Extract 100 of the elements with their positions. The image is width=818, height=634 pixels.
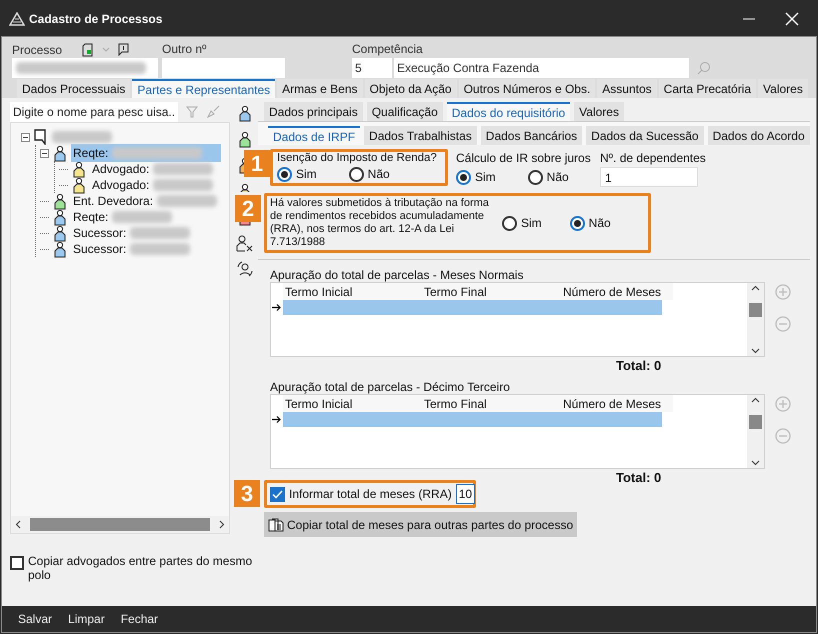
tab[interactable]: Valores xyxy=(758,79,808,98)
remove-person-icon[interactable] xyxy=(236,235,254,252)
checkmark-icon xyxy=(272,490,283,498)
tab[interactable]: Dados do Acordo xyxy=(708,126,810,145)
redacted-text xyxy=(130,227,190,239)
copy-lawyers-checkbox[interactable]: Copiar advogados entre partes do mesmo polo xyxy=(10,554,260,582)
person-icon xyxy=(53,240,67,258)
scroll-right-icon[interactable] xyxy=(219,520,225,529)
scroll-left-icon[interactable] xyxy=(15,520,21,529)
step-badge: 2 xyxy=(235,195,261,222)
tree-item[interactable]: Reqte: xyxy=(71,144,221,162)
redacted-text xyxy=(130,243,190,255)
current-row-icon xyxy=(272,415,282,424)
scroll-up-icon[interactable] xyxy=(751,397,760,403)
collapse-icon[interactable] xyxy=(40,148,49,158)
note-icon[interactable] xyxy=(118,43,130,56)
redacted-text xyxy=(112,211,172,223)
radio-option[interactable]: Sim xyxy=(502,214,542,232)
person-icon xyxy=(53,224,67,242)
rra-question: Há valores submetidos à tributação na forma de rendimentos recebidos acumuladamente (RRA), nos termos do art. 12-A da Lei 7.713/1988 xyxy=(270,197,490,249)
tree-item[interactable]: Sucessor: xyxy=(71,240,192,258)
copy-months-button[interactable]: Copiar total de meses para outras partes do processo xyxy=(264,512,578,537)
tab[interactable]: Qualificação xyxy=(366,102,443,121)
field-label: Outro nº xyxy=(162,41,208,58)
scroll-up-icon[interactable] xyxy=(751,285,760,291)
tab[interactable]: Carta Precatória xyxy=(658,79,756,98)
swap-person-icon[interactable] xyxy=(236,261,254,278)
radio-option[interactable]: Sim xyxy=(456,168,496,186)
other-number-field[interactable] xyxy=(162,58,285,78)
data-grid[interactable]: Termo Inicial Termo Final Número de Meses xyxy=(270,394,765,469)
months-field[interactable]: 10 xyxy=(456,484,476,504)
column-header[interactable]: Termo Inicial xyxy=(283,282,422,300)
column-header[interactable]: Termo Final xyxy=(422,394,561,412)
collapse-icon[interactable] xyxy=(21,132,30,142)
field-label: Processo xyxy=(12,42,62,58)
app-logo-icon xyxy=(9,12,25,26)
competence-code-field[interactable]: 5 xyxy=(352,58,392,78)
tree-item[interactable]: Sucessor: xyxy=(71,224,192,242)
total-label: Total: 0 xyxy=(616,469,662,486)
new-document-icon[interactable] xyxy=(82,42,94,56)
copy-icon xyxy=(268,518,284,532)
tab[interactable]: Dados da Sucessão xyxy=(586,126,704,145)
footer-button[interactable]: Fechar xyxy=(120,610,158,628)
person-icon xyxy=(53,144,67,162)
question-label: Cálculo de IR sobre juros xyxy=(456,152,592,165)
redacted-text xyxy=(52,131,112,143)
step-badge: 1 xyxy=(244,150,270,177)
radio-option[interactable]: Não xyxy=(348,165,390,183)
tab[interactable]: Armas e Bens xyxy=(277,79,363,98)
radio-option[interactable]: Sim xyxy=(277,165,317,183)
tree-item[interactable]: Advogado: xyxy=(90,176,216,194)
radio-option[interactable]: Não xyxy=(528,168,569,186)
column-header[interactable]: Número de Meses xyxy=(561,394,673,412)
tab[interactable]: Dados do requisitório xyxy=(446,102,570,121)
field-label: Competência xyxy=(352,41,424,58)
dependents-field[interactable]: 1 xyxy=(600,167,698,187)
tab[interactable]: Outros Números e Obs. xyxy=(458,79,596,98)
tab[interactable]: Partes e Representantes xyxy=(132,79,276,98)
tab[interactable]: Assuntos xyxy=(597,79,657,98)
tab[interactable]: Dados Processuais xyxy=(17,79,130,98)
person-icon[interactable] xyxy=(238,105,252,122)
tree-item[interactable]: Reqte: xyxy=(71,208,174,226)
horizontal-scrollbar[interactable] xyxy=(11,516,229,533)
rra-months-checkbox[interactable]: Informar total de meses (RRA) xyxy=(270,485,452,503)
grid-title: Apuração total de parcelas - Décimo Terceiro xyxy=(270,379,511,394)
redacted-text xyxy=(153,163,214,175)
tab[interactable]: Dados Trabalhistas xyxy=(364,126,477,145)
data-grid[interactable]: Termo Inicial Termo Final Número de Meses xyxy=(270,282,765,357)
process-number-field[interactable] xyxy=(12,58,158,78)
close-icon[interactable] xyxy=(785,12,799,26)
tree-item[interactable]: Ent. Devedora: xyxy=(71,192,220,210)
person-icon xyxy=(72,160,86,178)
window-title: Cadastro de Processos xyxy=(29,10,162,28)
redacted-text xyxy=(157,195,218,207)
tab[interactable]: Dados principais xyxy=(264,102,363,121)
person-icon xyxy=(53,208,67,226)
footer-button[interactable]: Salvar xyxy=(18,610,52,628)
radio-option[interactable]: Não xyxy=(570,214,611,232)
document-icon xyxy=(34,129,46,145)
vertical-scrollbar[interactable] xyxy=(747,283,764,356)
tab[interactable]: Valores xyxy=(574,102,624,121)
tab[interactable]: Dados Bancários xyxy=(480,126,582,145)
footer-button[interactable]: Limpar xyxy=(68,610,105,628)
column-header[interactable]: Termo Inicial xyxy=(283,394,422,412)
person-icon[interactable] xyxy=(238,131,252,148)
column-header[interactable]: Termo Final xyxy=(422,282,561,300)
scrollbar-thumb[interactable] xyxy=(749,302,762,316)
redacted-text xyxy=(153,179,214,191)
competence-field[interactable]: Execução Contra Fazenda xyxy=(394,58,689,78)
column-header[interactable]: Número de Meses xyxy=(561,282,673,300)
question-label: Isenção do Imposto de Renda? xyxy=(277,152,438,165)
search-field[interactable]: Digite o nome para pesc uisa... xyxy=(10,102,178,122)
tab[interactable]: Objeto da Ação xyxy=(364,79,457,98)
tree-item[interactable]: Advogado: xyxy=(90,160,216,178)
scrollbar-thumb[interactable] xyxy=(749,414,762,428)
scroll-down-icon[interactable] xyxy=(751,348,760,354)
scroll-down-icon[interactable] xyxy=(751,460,760,466)
current-row-icon xyxy=(272,303,282,312)
vertical-scrollbar[interactable] xyxy=(747,395,764,468)
total-label: Total: 0 xyxy=(616,357,662,374)
